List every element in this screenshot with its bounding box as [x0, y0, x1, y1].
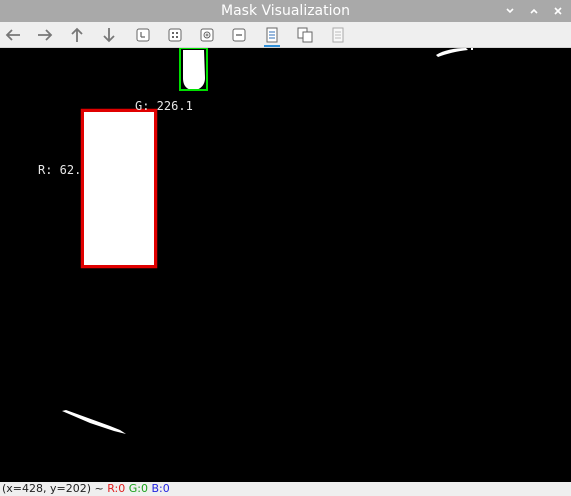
title-bar: Mask Visualization	[0, 0, 571, 22]
pixel-red-value: R:0	[107, 482, 126, 495]
maximize-icon[interactable]	[527, 4, 541, 18]
zoom-in-icon[interactable]	[197, 25, 217, 45]
pixel-green-value: G:0	[128, 482, 148, 495]
mask-streak	[62, 410, 126, 434]
up-icon[interactable]	[67, 25, 87, 45]
close-icon[interactable]	[551, 4, 565, 18]
status-bar: (x=428, y=202) ~ R:0 G:0 B:0	[0, 482, 571, 496]
mask-speck	[471, 48, 473, 50]
red-detection-label: R: 62.9	[38, 163, 89, 177]
red-box-overlay	[82, 110, 156, 267]
back-icon[interactable]	[3, 25, 23, 45]
zoom-out-icon[interactable]	[229, 25, 249, 45]
copy-icon[interactable]	[295, 25, 315, 45]
toolbar	[0, 22, 571, 48]
properties-icon[interactable]	[328, 25, 348, 45]
image-canvas[interactable]: G: 226.1 R: 62.9	[0, 48, 571, 482]
pixel-blue-value: B:0	[151, 482, 170, 495]
down-icon[interactable]	[99, 25, 119, 45]
pan-icon[interactable]	[133, 25, 153, 45]
cursor-coords: (x=428, y=202) ~	[2, 482, 108, 495]
window-title: Mask Visualization	[221, 3, 350, 19]
mask-blob-top-right	[436, 48, 468, 57]
zoom-fit-icon[interactable]	[165, 25, 185, 45]
forward-icon[interactable]	[35, 25, 55, 45]
save-image-icon[interactable]	[262, 25, 282, 47]
mask-blob-green	[183, 50, 205, 90]
minimize-icon[interactable]	[503, 4, 517, 18]
